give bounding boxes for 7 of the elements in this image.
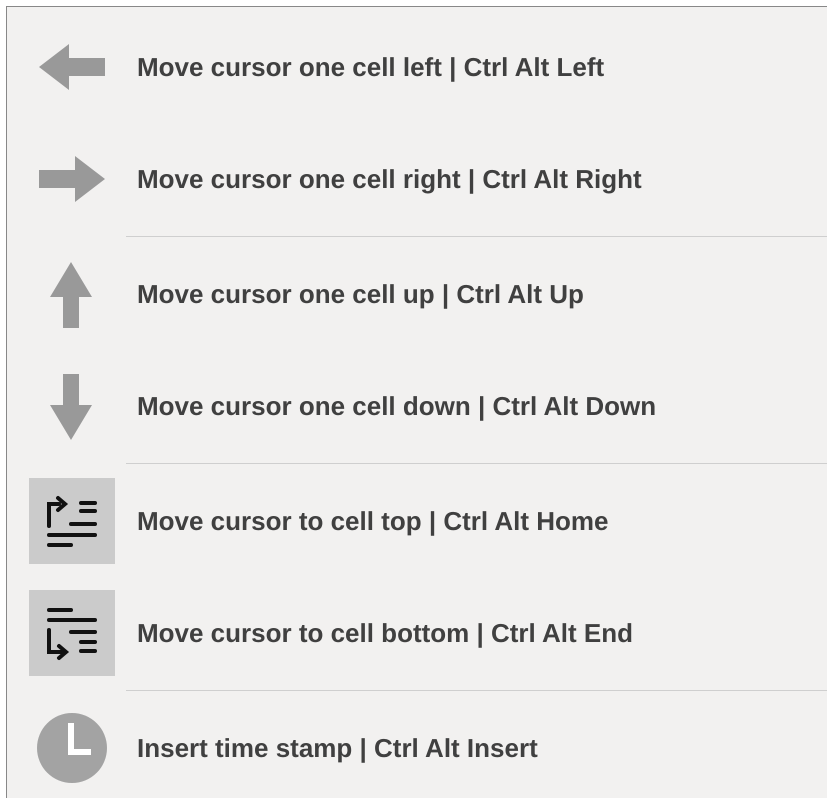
- menu-item[interactable]: Insert time stamp | Ctrl Alt Insert: [7, 692, 827, 798]
- menu-item[interactable]: Move cursor to cell top | Ctrl Alt Home: [7, 465, 827, 577]
- menu-item[interactable]: Move cursor one cell up | Ctrl Alt Up: [7, 238, 827, 350]
- menu-item[interactable]: Move cursor one cell left | Ctrl Alt Left: [7, 11, 827, 123]
- menu-item[interactable]: Move cursor one cell right | Ctrl Alt Right: [7, 123, 827, 235]
- menu-item[interactable]: Move cursor to cell bottom | Ctrl Alt End: [7, 577, 827, 689]
- menu-item[interactable]: Move cursor one cell down | Ctrl Alt Down: [7, 350, 827, 462]
